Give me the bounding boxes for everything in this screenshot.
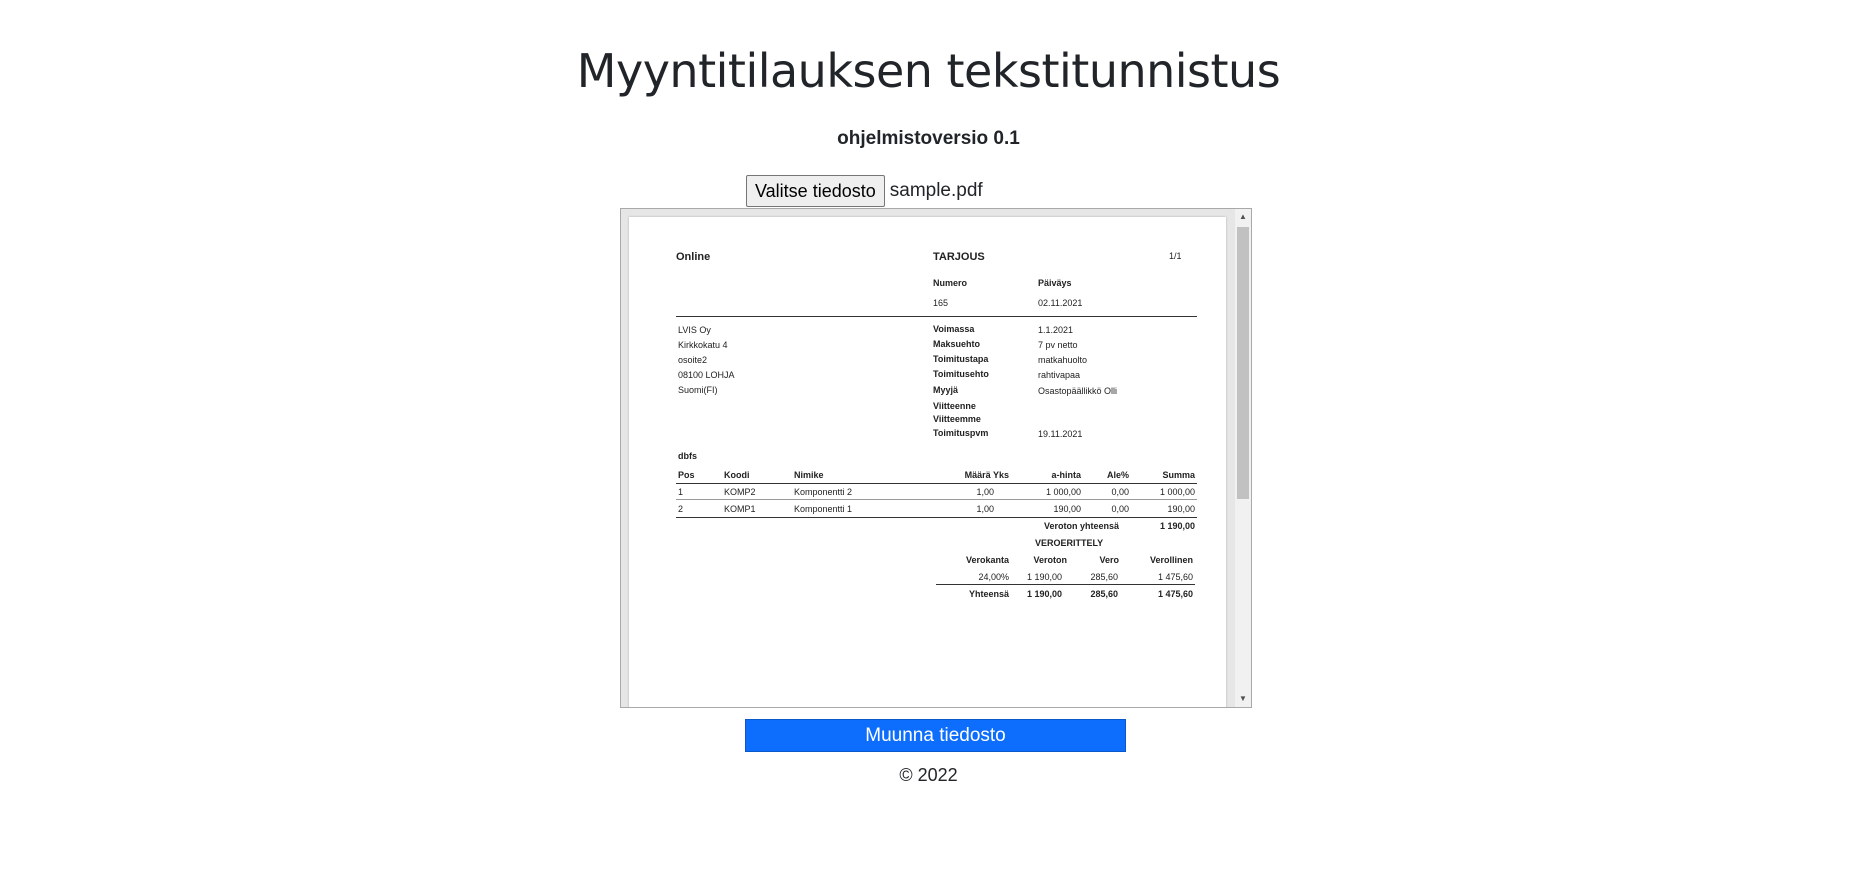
customer-line: Kirkkokatu 4 — [678, 340, 728, 350]
tax-header-verollinen: Verollinen — [1149, 555, 1193, 565]
file-input[interactable]: Valitse tiedosto sample.pdf — [746, 175, 983, 207]
footer-copyright: © 2022 — [899, 765, 958, 785]
detail-label: Viitteemme — [933, 414, 981, 424]
detail-label: Maksuehto — [933, 339, 981, 349]
table-cell: 1 — [678, 487, 684, 497]
table-cell: Komponentti 2 — [794, 487, 853, 497]
tax-total-label: Yhteensä — [968, 589, 1009, 599]
table-cell: 1 000,00 — [1159, 487, 1195, 497]
doc-company: Online — [676, 251, 711, 263]
table-header-ale: Ale% — [1106, 470, 1129, 480]
table-cell: 190,00 — [1167, 504, 1195, 514]
table-header-nimike: Nimike — [794, 470, 824, 480]
table-cell: 190,00 — [1053, 504, 1081, 514]
detail-value: 1.1.2021 — [1038, 325, 1074, 335]
tax-cell: 1 190,00 — [1026, 572, 1062, 582]
tax-cell: 285,60 — [1090, 572, 1118, 582]
doc-paivays: 02.11.2021 — [1038, 298, 1083, 308]
table-header-koodi: Koodi — [724, 470, 750, 480]
table-cell: KOMP2 — [724, 487, 756, 497]
doc-numero-label: Numero — [933, 278, 968, 288]
customer-line: LVIS Oy — [678, 325, 711, 335]
table-header-divider — [676, 483, 1197, 484]
detail-label: Toimitusehto — [933, 369, 989, 379]
selected-file-name: sample.pdf — [889, 180, 983, 201]
page-title: Myyntitilauksen tekstitunnistus — [576, 44, 1281, 98]
doc-page: 1/1 — [1169, 251, 1182, 261]
scrollbar-thumb[interactable] — [1237, 227, 1249, 499]
detail-value: 19.11.2021 — [1038, 429, 1083, 439]
detail-label: Toimituspvm — [933, 428, 989, 438]
detail-value: 7 pv netto — [1038, 340, 1078, 350]
table-cell: 0,00 — [1111, 504, 1129, 514]
customer-line: Suomi(FI) — [678, 385, 718, 395]
table-header-maara: Määrä Yks — [964, 470, 1009, 480]
table-cell: 1,00 — [976, 487, 994, 497]
preview-scrollbar[interactable]: ▲ ▼ — [1235, 209, 1251, 707]
table-cell: Komponentti 1 — [794, 504, 853, 514]
detail-value: matkahuolto — [1038, 355, 1088, 365]
scroll-down-icon[interactable]: ▼ — [1235, 691, 1251, 707]
table-header-pos: Pos — [678, 470, 695, 480]
convert-file-button[interactable]: Muunna tiedosto — [745, 719, 1126, 752]
detail-label: Toimitustapa — [933, 354, 989, 364]
tax-header-verokanta: Verokanta — [965, 555, 1009, 565]
detail-value: Osastopäällikkö Olli — [1038, 386, 1118, 396]
tax-cell: 1 475,60 — [1157, 572, 1193, 582]
doc-type: TARJOUS — [933, 251, 985, 263]
version-label: ohjelmistoversio 0.1 — [837, 128, 1020, 149]
table-header-ahinta: a-hinta — [1051, 470, 1081, 480]
tax-total-cell: 285,60 — [1090, 589, 1118, 599]
doc-numero: 165 — [933, 298, 949, 308]
detail-label: Myyjä — [933, 385, 959, 395]
doc-paivays-label: Päiväys — [1038, 278, 1072, 288]
pdf-preview[interactable]: Online TARJOUS 1/1 Numero Päiväys 165 02… — [620, 208, 1252, 708]
table-cell: KOMP1 — [724, 504, 756, 514]
table-bottom-divider — [676, 517, 1197, 518]
tax-total-cell: 1 475,60 — [1157, 589, 1193, 599]
choose-file-button[interactable]: Valitse tiedosto — [746, 175, 885, 207]
veroton-label: Veroton yhteensä — [1043, 521, 1119, 531]
table-cell: 1,00 — [976, 504, 994, 514]
detail-label: Viitteenne — [933, 401, 976, 411]
tax-cell: 24,00% — [978, 572, 1009, 582]
tax-header-vero: Vero — [1099, 555, 1119, 565]
table-row-divider — [676, 499, 1197, 500]
scroll-up-icon[interactable]: ▲ — [1235, 209, 1251, 225]
table-cell: 1 000,00 — [1045, 487, 1081, 497]
tax-total-divider — [936, 584, 1195, 585]
table-header-summa: Summa — [1162, 470, 1195, 480]
tax-header-veroton: Veroton — [1033, 555, 1067, 565]
tax-title: VEROERITTELY — [1035, 538, 1104, 548]
table-cell: 0,00 — [1111, 487, 1129, 497]
doc-section-label: dbfs — [678, 451, 697, 461]
detail-label: Voimassa — [933, 324, 975, 334]
customer-line: 08100 LOHJA — [678, 370, 735, 380]
tax-total-cell: 1 190,00 — [1026, 589, 1062, 599]
table-cell: 2 — [678, 504, 684, 514]
doc-divider — [676, 316, 1197, 317]
pdf-page: Online TARJOUS 1/1 Numero Päiväys 165 02… — [629, 217, 1226, 707]
customer-line: osoite2 — [678, 355, 708, 365]
veroton-value: 1 190,00 — [1159, 521, 1195, 531]
detail-value: rahtivapaa — [1038, 370, 1081, 380]
